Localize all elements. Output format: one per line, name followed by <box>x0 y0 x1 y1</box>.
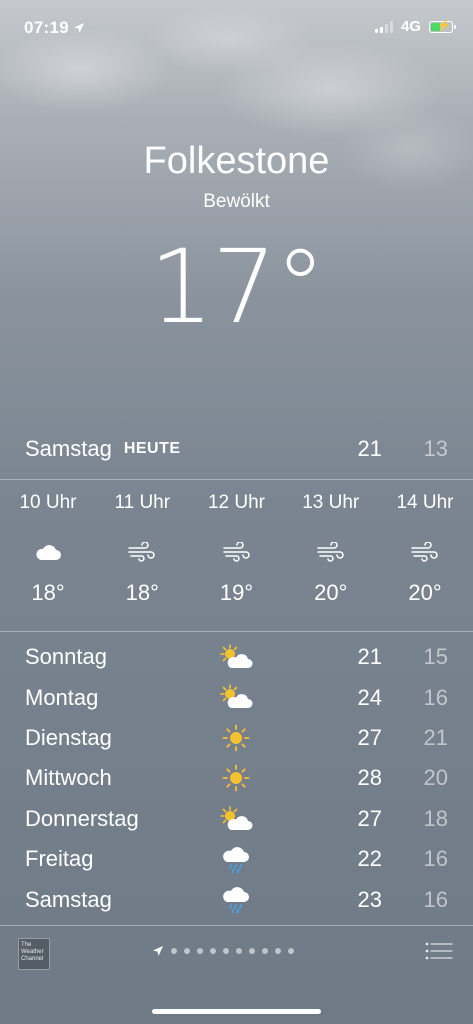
day-low: 18 <box>423 805 448 831</box>
location-arrow-icon <box>153 946 163 956</box>
signal-icon <box>374 20 393 33</box>
divider-middle <box>0 631 473 632</box>
day-low: 16 <box>423 846 448 872</box>
page-dot[interactable] <box>262 948 268 954</box>
list-item: Donnerstag 27 18 <box>25 799 448 839</box>
battery-icon: ⚡ <box>429 20 456 33</box>
hour-item: 13 Uhr 20° <box>291 488 371 620</box>
today-high: 21 <box>357 436 382 461</box>
day-name: Freitag <box>25 846 94 872</box>
rain-cloud-icon <box>218 883 254 915</box>
page-dot[interactable] <box>197 948 203 954</box>
day-name: Montag <box>25 684 99 710</box>
hour-item: 14 Uhr 20° <box>385 488 465 620</box>
list-item: Freitag 22 16 <box>25 839 448 879</box>
hour-label: 11 Uhr <box>114 492 171 513</box>
today-row: Samstag HEUTE 21 13 <box>25 432 448 466</box>
hour-temp: 20° <box>408 580 442 605</box>
day-low: 15 <box>423 644 448 670</box>
cloud-icon <box>34 534 62 570</box>
weather-condition: Bewölkt <box>203 191 270 212</box>
page-dot[interactable] <box>223 948 229 954</box>
day-name: Samstag <box>25 886 112 912</box>
page-dot[interactable] <box>288 948 294 954</box>
status-indicators: 4G ⚡ <box>374 18 456 35</box>
today-low: 13 <box>423 436 448 461</box>
wind-icon <box>410 534 440 570</box>
partly-cloudy-icon <box>218 641 254 673</box>
hour-temp: 20° <box>314 580 348 605</box>
divider-bottom <box>0 925 473 926</box>
hourly-forecast[interactable]: 10 Uhr 18° 11 Uhr 18° 12 Uhr 19° 13 Uhr … <box>8 488 465 620</box>
network-label: 4G <box>400 18 421 35</box>
hour-item: 11 Uhr 18° <box>102 488 182 620</box>
today-day: Samstag <box>25 436 112 461</box>
day-high: 22 <box>357 846 382 872</box>
city-name: Folkestone <box>143 140 330 182</box>
wind-icon <box>127 534 157 570</box>
home-indicator[interactable] <box>152 1009 321 1014</box>
hour-label: 13 Uhr <box>302 492 360 513</box>
day-name: Donnerstag <box>25 805 139 831</box>
time-label: 07:19 <box>24 18 69 37</box>
partly-cloudy-icon <box>218 803 254 835</box>
hour-item: 10 Uhr 18° <box>8 488 88 620</box>
list-item: Samstag 23 16 <box>25 879 448 919</box>
list-icon <box>425 942 453 960</box>
day-high: 27 <box>357 805 382 831</box>
list-item: Mittwoch 28 20 <box>25 758 448 798</box>
day-high: 28 <box>357 765 382 791</box>
day-name: Sonntag <box>25 644 107 670</box>
wind-icon <box>316 534 346 570</box>
partly-cloudy-icon <box>218 681 254 713</box>
hour-item: 12 Uhr 19° <box>197 488 277 620</box>
day-name: Dienstag <box>25 724 112 750</box>
day-name: Mittwoch <box>25 765 112 791</box>
day-low: 21 <box>423 724 448 750</box>
page-dot[interactable] <box>275 948 281 954</box>
day-low: 20 <box>423 765 448 791</box>
logo-text: The Weather Channel <box>21 942 44 962</box>
page-dot[interactable] <box>249 948 255 954</box>
list-item: Dienstag 27 21 <box>25 718 448 758</box>
today-badge: HEUTE <box>123 440 181 457</box>
page-indicator[interactable] <box>152 945 294 957</box>
day-low: 16 <box>423 684 448 710</box>
list-item: Sonntag 21 15 <box>25 637 448 677</box>
page-dot[interactable] <box>236 948 242 954</box>
status-time: 07:19 <box>24 18 85 38</box>
day-high: 24 <box>357 684 382 710</box>
day-low: 16 <box>423 886 448 912</box>
hour-label: 12 Uhr <box>207 492 266 513</box>
day-high: 21 <box>357 644 382 670</box>
day-high: 23 <box>357 886 382 912</box>
list-item: Montag 24 16 <box>25 677 448 717</box>
city-list-button[interactable] <box>425 941 453 966</box>
hour-temp: 18° <box>125 580 159 605</box>
day-high: 27 <box>357 724 382 750</box>
daily-forecast[interactable]: Sonntag 21 15 Montag 24 16 Dienstag 27 2… <box>25 637 448 920</box>
hour-temp: 18° <box>31 580 65 605</box>
hour-label: 14 Uhr <box>396 492 454 513</box>
hour-temp: 19° <box>219 580 254 605</box>
sun-icon <box>218 762 254 794</box>
current-temperature: 17° <box>149 228 326 347</box>
divider-top <box>0 479 473 480</box>
weather-channel-logo[interactable]: The Weather Channel <box>18 938 50 970</box>
hour-label: 10 Uhr <box>19 492 77 513</box>
wind-icon <box>222 534 252 570</box>
sun-icon <box>218 722 254 754</box>
page-dot[interactable] <box>171 948 177 954</box>
page-dot[interactable] <box>210 948 216 954</box>
location-arrow-icon <box>73 23 84 33</box>
rain-cloud-icon <box>218 843 254 875</box>
page-dot[interactable] <box>184 948 190 954</box>
